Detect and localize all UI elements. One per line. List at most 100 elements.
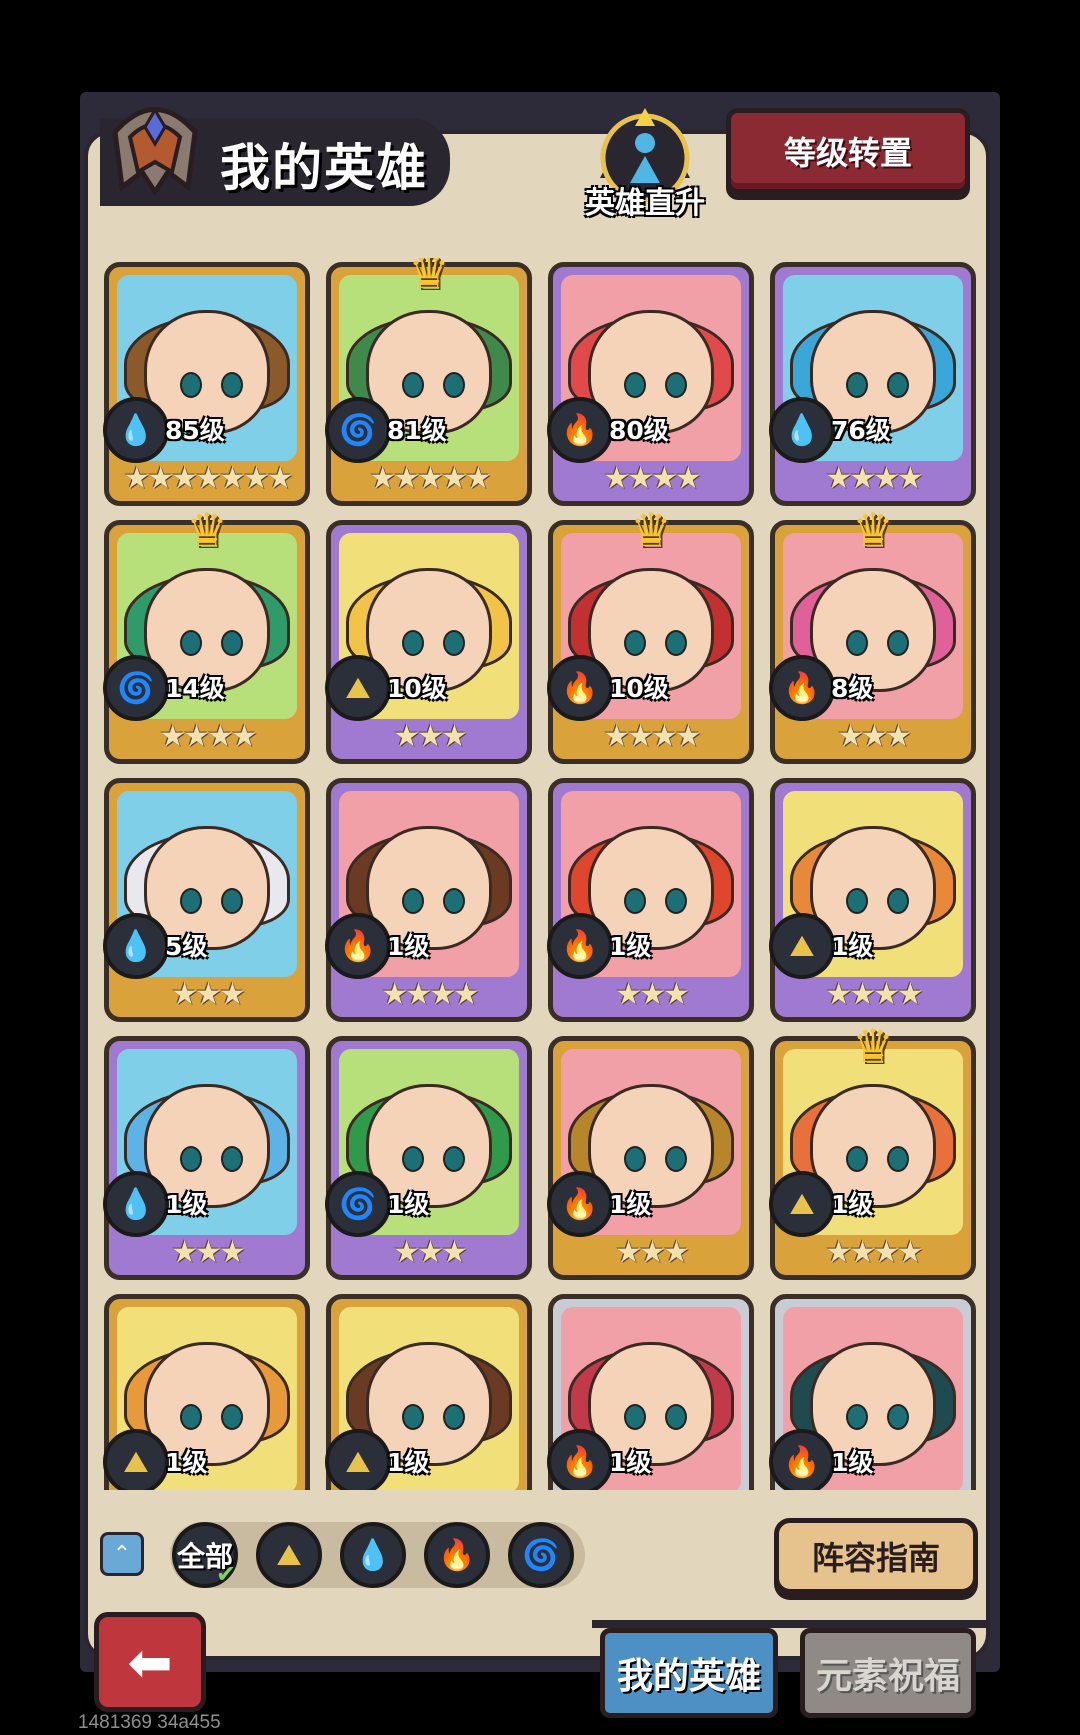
hero-card[interactable]: ⛰ 10级 ★★★ [325, 520, 532, 764]
hero-level: 10级 [387, 674, 447, 703]
tab-bar [592, 1620, 988, 1628]
hero-eye [402, 1145, 424, 1172]
hero-card[interactable]: 🔥 1级 [769, 1294, 976, 1490]
hero-card[interactable]: ⛰ 1级 ★★★★ [769, 778, 976, 1022]
fire-element-icon: 🔥 [547, 913, 613, 979]
hero-eye [221, 1403, 244, 1430]
hero-stars: ★★★★★★★ [123, 461, 293, 496]
earth-element-icon: ⛰ [769, 913, 835, 979]
hero-card[interactable]: ⛰ 1级 [103, 1294, 310, 1490]
fire-element-icon: 🔥 [769, 655, 835, 721]
hero-stars: ★★★★ [825, 977, 924, 1012]
hero-card[interactable]: ♛ ⛰ 1级 ★★★★ [769, 1019, 976, 1280]
hero-eye [443, 371, 466, 398]
page-title: 我的英雄 [220, 139, 428, 197]
hero-eye [443, 887, 466, 914]
filter-wind-button[interactable]: 🌀 [508, 1522, 574, 1588]
fire-element-icon: 🔥 [438, 1537, 476, 1573]
hero-eye [624, 371, 646, 398]
hero-stars: ★★★★ [825, 461, 924, 496]
earth-element-icon: ⛰ [769, 1171, 835, 1237]
hero-card[interactable]: ♛ 🌀 14级 ★★★★ [103, 503, 310, 764]
hero-card[interactable]: 💧 85级 ★★★★★★★ [103, 262, 310, 506]
hero-stars: ★★★ [171, 1235, 246, 1270]
hero-card[interactable]: 🔥 1级 ★★★ [547, 1036, 754, 1280]
hero-stars: ★★★ [615, 1235, 690, 1270]
fire-element-icon: 🔥 [547, 397, 613, 463]
hero-level: 1级 [609, 932, 652, 961]
water-element-icon: 💧 [103, 913, 169, 979]
helmet-icon [112, 107, 198, 197]
earth-element-icon: ⛰ [325, 1429, 391, 1490]
hero-level: 10级 [609, 674, 669, 703]
crown-icon: ♛ [852, 1019, 894, 1073]
chevron-up-icon: ⌃ [112, 1541, 132, 1567]
wind-element-icon: 🌀 [522, 1537, 560, 1573]
filter-all-button[interactable]: 全部 ✔ [172, 1522, 238, 1588]
hero-stars: ★★★ [615, 977, 690, 1012]
hero-stars: ★★★ [393, 1235, 468, 1270]
hero-eye [180, 887, 202, 914]
hero-card[interactable]: ♛ 🔥 10级 ★★★★ [547, 503, 754, 764]
hero-level: 1级 [609, 1448, 652, 1477]
wind-element-icon: 🌀 [103, 655, 169, 721]
hero-level: 1级 [387, 1448, 430, 1477]
crown-icon: ♛ [186, 503, 228, 557]
hero-card[interactable]: 💧 5级 ★★★ [103, 778, 310, 1022]
hero-eye [846, 1145, 868, 1172]
hero-eye [402, 371, 424, 398]
fire-element-icon: 🔥 [769, 1429, 835, 1490]
back-arrow-icon: ⬅ [127, 1630, 173, 1694]
crown-icon: ♛ [630, 503, 672, 557]
hero-eye [402, 887, 424, 914]
filter-water-button[interactable]: 💧 [340, 1522, 406, 1588]
hero-card[interactable]: ♛ 🌀 81级 ★★★★★ [325, 258, 532, 506]
hero-stars: ★★★★ [603, 719, 702, 754]
lineup-guide-button[interactable]: 阵容指南 [774, 1518, 978, 1594]
hero-eye [665, 887, 688, 914]
hero-card[interactable]: 💧 1级 ★★★ [103, 1036, 310, 1280]
hero-level: 76级 [831, 416, 891, 445]
fire-element-icon: 🔥 [547, 1429, 613, 1490]
hero-eye [624, 887, 646, 914]
hero-card[interactable]: 🔥 1级 ★★★ [547, 778, 754, 1022]
hero-level: 1级 [831, 932, 874, 961]
hero-eye [443, 629, 466, 656]
checkmark-icon: ✔ [216, 1560, 237, 1588]
lineup-guide-label: 阵容指南 [811, 1539, 940, 1577]
hero-card[interactable]: 🌀 1级 ★★★ [325, 1036, 532, 1280]
filter-fire-button[interactable]: 🔥 [424, 1522, 490, 1588]
hero-eye [846, 629, 868, 656]
hero-eye [665, 1403, 688, 1430]
hero-grid: 💧 85级 ★★★★★★★ ♛ 🌀 81级 ★★★★★ 🔥 80级 ★★★★ 💧 76级 ★★★★ ♛ 🌀 1… [100, 258, 980, 1490]
hero-direct-up-label[interactable]: 英雄直升 [580, 178, 710, 222]
hero-eye [221, 1145, 244, 1172]
hero-card[interactable]: ⛰ 1级 [325, 1294, 532, 1490]
hero-card[interactable]: 🔥 1级 ★★★★ [325, 778, 532, 1022]
hero-eye [443, 1145, 466, 1172]
hero-level: 1级 [831, 1190, 874, 1219]
hero-eye [846, 887, 868, 914]
tab-element-blessing[interactable]: 元素祝福 [800, 1628, 976, 1718]
wind-element-icon: 🌀 [325, 397, 391, 463]
back-button[interactable]: ⬅ [94, 1612, 206, 1712]
level-transfer-button[interactable]: 等级转置 [726, 108, 970, 194]
tab-my-heroes-label: 我的英雄 [616, 1656, 761, 1697]
build-watermark: 1481369 34a455 [78, 1712, 221, 1733]
hero-card[interactable]: 💧 76级 ★★★★ [769, 262, 976, 506]
hero-card[interactable]: ♛ 🔥 8级 ★★★ [769, 503, 976, 764]
hero-eye [624, 1403, 646, 1430]
hero-level: 5级 [165, 932, 208, 961]
tab-my-heroes[interactable]: 我的英雄 [600, 1628, 778, 1718]
hero-level: 1级 [165, 1448, 208, 1477]
hero-eye [665, 629, 688, 656]
collapse-button[interactable]: ⌃ [100, 1532, 144, 1576]
hero-eye [221, 629, 244, 656]
filter-earth-button[interactable]: ⛰ [256, 1522, 322, 1588]
fire-element-icon: 🔥 [547, 1171, 613, 1237]
level-transfer-label: 等级转置 [783, 134, 912, 172]
hero-card[interactable]: 🔥 80级 ★★★★ [547, 262, 754, 506]
water-element-icon: 💧 [103, 397, 169, 463]
hero-eye [180, 629, 202, 656]
hero-card[interactable]: 🔥 1级 [547, 1294, 754, 1490]
